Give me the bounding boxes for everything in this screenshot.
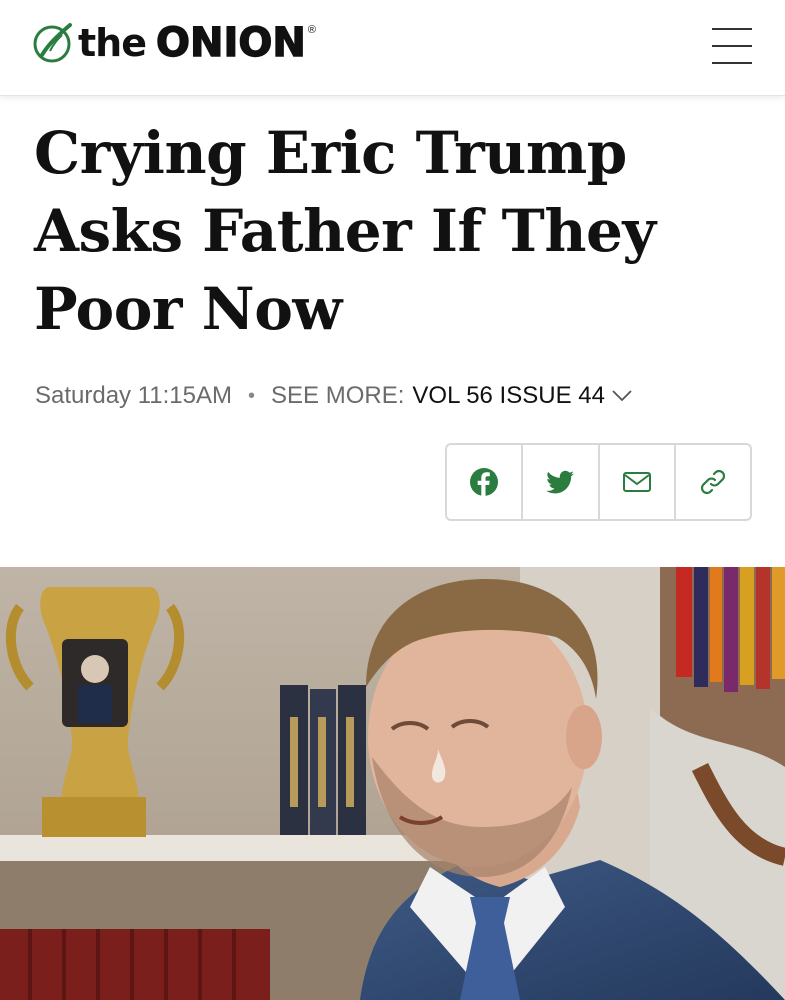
article-headline: Crying Eric Trump Asks Father If They Po… xyxy=(34,119,656,343)
article-meta: Saturday 11:15AM • SEE MORE: VOL 56 ISSU… xyxy=(35,380,633,412)
hamburger-menu-icon[interactable] xyxy=(712,28,752,66)
twitter-icon xyxy=(546,470,575,494)
issue-link[interactable]: VOL 56 ISSUE 44 xyxy=(412,382,605,410)
article-date: Saturday 11:15AM xyxy=(35,382,233,409)
article-hero-photo xyxy=(0,567,785,1000)
chevron-down-icon[interactable] xyxy=(611,389,633,403)
link-icon xyxy=(700,469,725,495)
share-email-button[interactable] xyxy=(600,445,676,519)
meta-separator: • xyxy=(248,384,256,407)
menu-line xyxy=(712,45,752,47)
copy-link-button[interactable] xyxy=(676,445,750,519)
registered-mark: ® xyxy=(307,24,316,36)
logo-word-the: the xyxy=(78,21,147,65)
share-facebook-button[interactable] xyxy=(447,445,524,519)
share-twitter-button[interactable] xyxy=(523,445,600,519)
onion-logo[interactable]: the ONION ® xyxy=(30,18,316,68)
onion-leaf-icon xyxy=(33,23,72,63)
mail-icon xyxy=(622,472,651,492)
share-bar xyxy=(445,443,752,521)
see-more-label: SEE MORE: xyxy=(271,382,405,409)
facebook-icon xyxy=(470,468,499,496)
hero-photo-illustration xyxy=(0,567,785,1000)
site-header: the ONION ® xyxy=(0,0,785,96)
menu-line xyxy=(712,28,752,30)
logo-word-onion: ONION xyxy=(155,20,306,66)
menu-line xyxy=(712,62,752,64)
